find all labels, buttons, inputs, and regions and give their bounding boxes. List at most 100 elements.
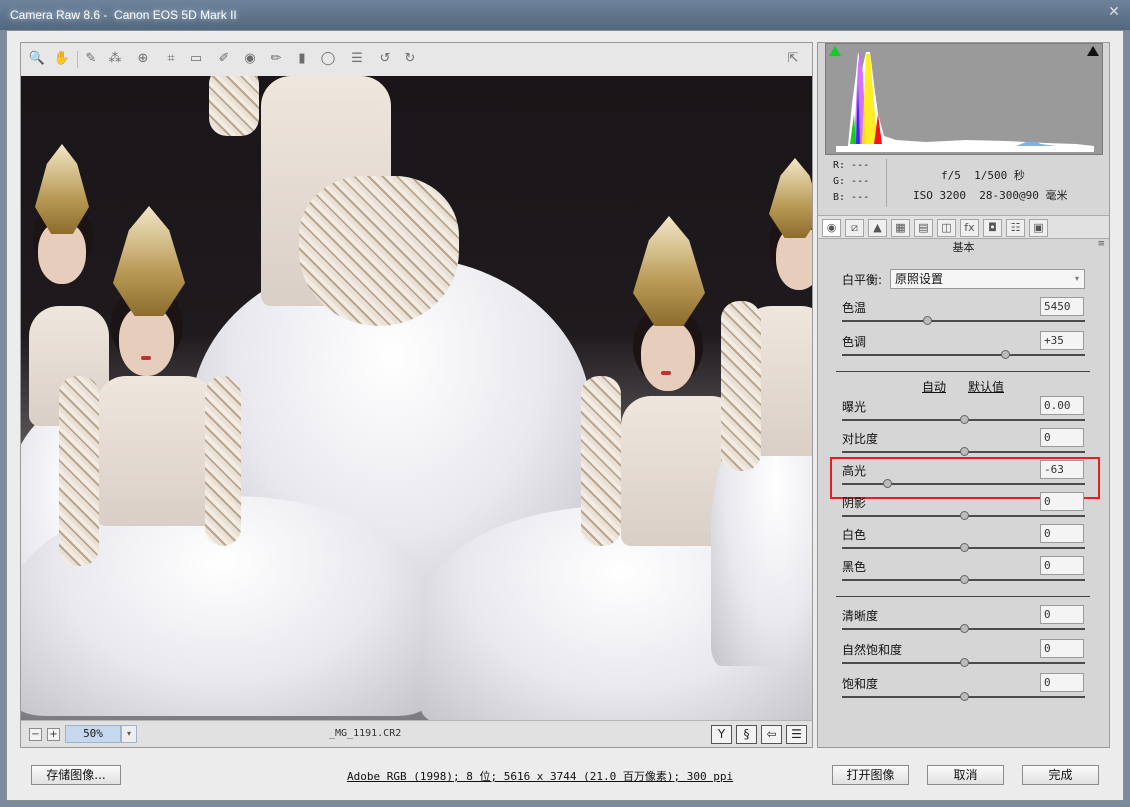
- rgb-readout: R: --- G: --- B: ---: [833, 158, 869, 206]
- temp-label: 色温: [842, 301, 867, 315]
- tab-detail-icon[interactable]: ▲: [868, 219, 887, 237]
- whites-slider-thumb[interactable]: [959, 543, 969, 552]
- section-title: 基本: [952, 241, 975, 254]
- vibrance-label: 自然饱和度: [842, 643, 903, 657]
- tab-split-toning-icon[interactable]: ▤: [914, 219, 933, 237]
- dancer-sleeve-center: [209, 76, 259, 136]
- contrast-slider-thumb[interactable]: [959, 447, 969, 456]
- blacks-slider-thumb[interactable]: [959, 575, 969, 584]
- cancel-button[interactable]: 取消: [927, 765, 1004, 785]
- color-sampler-tool-icon[interactable]: ⁂: [105, 50, 125, 68]
- exposure-slider[interactable]: [842, 415, 1085, 424]
- blacks-value[interactable]: 0: [1040, 556, 1084, 575]
- zoom-in-button[interactable]: +: [47, 728, 60, 741]
- adjustment-brush-tool-icon[interactable]: ✏: [266, 50, 286, 68]
- tab-basic-icon[interactable]: ◉: [822, 219, 841, 237]
- saturation-slider-thumb[interactable]: [959, 692, 969, 701]
- vibrance-value[interactable]: 0: [1040, 639, 1084, 658]
- temp-value[interactable]: 5450: [1040, 297, 1084, 316]
- hand-tool-icon[interactable]: ✋: [52, 50, 72, 68]
- tab-effects-icon[interactable]: fx: [960, 219, 979, 237]
- dialog-body: 🔍 ✋ ✎ ⁂ ⊕ ⌗ ▭ ✐ ◉ ✏ ▮ ◯ ☰ ↺ ↻ ⇱ − + 50% …: [6, 30, 1124, 801]
- vibrance-slider[interactable]: [842, 658, 1085, 667]
- rotate-ccw-icon[interactable]: ↺: [375, 50, 395, 68]
- exif-aperture-shutter: f/5 1/500 秒: [941, 169, 1025, 182]
- rotate-cw-icon[interactable]: ↻: [400, 50, 420, 68]
- contrast-value[interactable]: 0: [1040, 428, 1084, 447]
- dancer-beading-center: [299, 176, 459, 326]
- before-after-button[interactable]: Y: [711, 725, 732, 744]
- auto-link[interactable]: 自动: [922, 378, 946, 395]
- dancer-sleeve-left-b: [205, 376, 241, 546]
- dancer-face-right: [641, 321, 695, 391]
- title-bar: Camera Raw 8.6 - Canon EOS 5D Mark II ✕: [0, 0, 1130, 30]
- preferences-tool-icon[interactable]: ☰: [347, 50, 367, 68]
- copy-settings-button[interactable]: ⇦: [761, 725, 782, 744]
- shadows-slider[interactable]: [842, 511, 1085, 520]
- image-preview[interactable]: [21, 76, 812, 720]
- white-balance-label: 白平衡:: [842, 273, 883, 287]
- tint-slider-thumb[interactable]: [1000, 350, 1010, 359]
- shadows-value[interactable]: 0: [1040, 492, 1084, 511]
- panel-menu-icon[interactable]: ≡: [1097, 239, 1105, 249]
- default-link[interactable]: 默认值: [968, 378, 1004, 395]
- whites-slider[interactable]: [842, 543, 1085, 552]
- clarity-value[interactable]: 0: [1040, 605, 1084, 624]
- saturation-slider[interactable]: [842, 692, 1085, 701]
- tab-hsl-icon[interactable]: ▦: [891, 219, 910, 237]
- save-image-button[interactable]: 存储图像...: [31, 765, 121, 785]
- exposure-slider-thumb[interactable]: [959, 415, 969, 424]
- dancer-sleeve-left-a: [59, 376, 99, 566]
- dancer-sleeve-back-right: [721, 301, 761, 471]
- spot-removal-tool-icon[interactable]: ✐: [214, 50, 234, 68]
- tint-value[interactable]: +35: [1040, 331, 1084, 350]
- tab-tone-curve-icon[interactable]: ⧄: [845, 219, 864, 237]
- exposure-value[interactable]: 0.00: [1040, 396, 1084, 415]
- contrast-slider[interactable]: [842, 447, 1085, 456]
- zoom-out-button[interactable]: −: [29, 728, 42, 741]
- temp-slider-thumb[interactable]: [923, 316, 933, 325]
- red-eye-tool-icon[interactable]: ◉: [240, 50, 260, 68]
- whites-value[interactable]: 0: [1040, 524, 1084, 543]
- saturation-value[interactable]: 0: [1040, 673, 1084, 692]
- white-balance-tool-icon[interactable]: ✎: [81, 50, 101, 68]
- done-button[interactable]: 完成: [1022, 765, 1099, 785]
- histogram: [825, 43, 1103, 155]
- workflow-options-link[interactable]: Adobe RGB (1998); 8 位; 5616 x 3744 (21.0…: [347, 768, 733, 784]
- close-icon[interactable]: ✕: [1104, 3, 1124, 21]
- radial-filter-tool-icon[interactable]: ◯: [318, 50, 338, 68]
- clarity-slider[interactable]: [842, 624, 1085, 633]
- preview-status-bar: − + 50% ▾ _MG_1191.CR2 Y § ⇦ ☰: [21, 720, 812, 747]
- white-balance-value: 原照设置: [895, 272, 944, 286]
- zoom-tool-icon[interactable]: 🔍: [27, 50, 47, 68]
- clarity-slider-thumb[interactable]: [959, 624, 969, 633]
- toggle-settings-button[interactable]: ☰: [786, 725, 807, 744]
- tab-camera-calibration-icon[interactable]: ◘: [983, 219, 1002, 237]
- tab-snapshots-icon[interactable]: ▣: [1029, 219, 1048, 237]
- shadows-slider-thumb[interactable]: [959, 511, 969, 520]
- tint-slider[interactable]: [842, 350, 1085, 359]
- fullscreen-toggle-icon[interactable]: ⇱: [783, 50, 803, 68]
- g-value: G: ---: [833, 176, 870, 187]
- open-image-button[interactable]: 打开图像: [832, 765, 909, 785]
- dancer-bodice-left: [96, 376, 216, 526]
- tab-lens-corrections-icon[interactable]: ◫: [937, 219, 956, 237]
- crop-tool-icon[interactable]: ⌗: [161, 50, 181, 68]
- temp-slider[interactable]: [842, 316, 1085, 325]
- zoom-level-field[interactable]: 50%: [65, 725, 121, 743]
- tab-presets-icon[interactable]: ☷: [1006, 219, 1025, 237]
- panel-tabs: ◉ ⧄ ▲ ▦ ▤ ◫ fx ◘ ☷ ▣: [818, 215, 1109, 239]
- shadows-label: 阴影: [842, 496, 867, 510]
- chevron-down-icon[interactable]: ▾: [121, 725, 137, 743]
- blacks-slider[interactable]: [842, 575, 1085, 584]
- dancer-lips-right: [661, 371, 671, 375]
- vibrance-slider-thumb[interactable]: [959, 658, 969, 667]
- dancer-sleeve-right-a: [581, 376, 621, 546]
- straighten-tool-icon[interactable]: ▭: [186, 50, 206, 68]
- targeted-adjustment-tool-icon[interactable]: ⊕: [133, 50, 153, 68]
- swap-settings-button[interactable]: §: [736, 725, 757, 744]
- saturation-label: 饱和度: [842, 677, 879, 691]
- graduated-filter-tool-icon[interactable]: ▮: [292, 50, 312, 68]
- white-balance-select[interactable]: 原照设置 ▾: [890, 269, 1085, 289]
- toolbar: 🔍 ✋ ✎ ⁂ ⊕ ⌗ ▭ ✐ ◉ ✏ ▮ ◯ ☰ ↺ ↻ ⇱: [21, 43, 812, 76]
